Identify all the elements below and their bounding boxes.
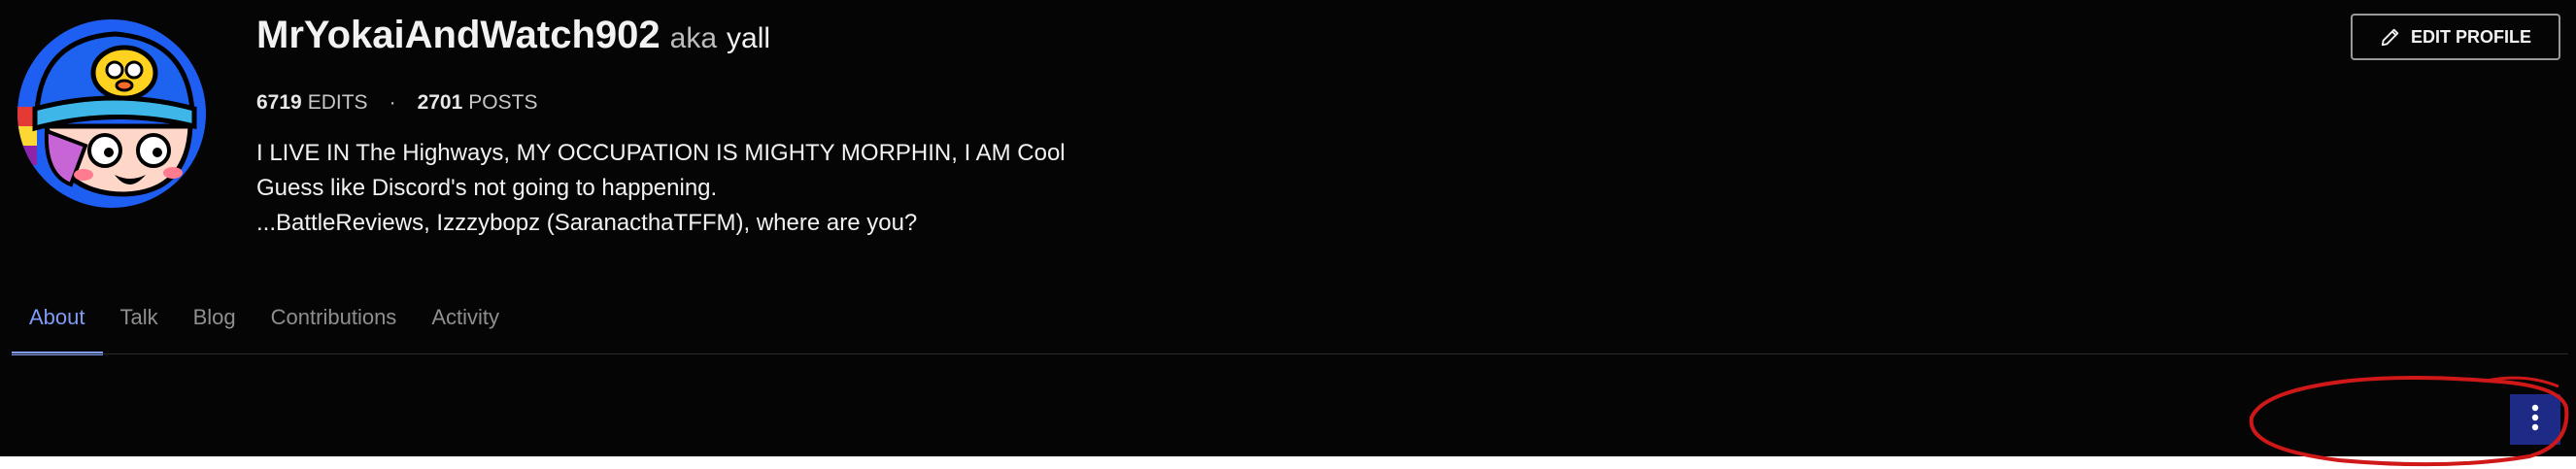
edits-count: 6719 [256, 91, 302, 114]
avatar[interactable] [17, 19, 206, 208]
more-options-button[interactable] [2510, 394, 2560, 445]
edit-profile-label: EDIT PROFILE [2410, 26, 2531, 47]
avatar-illustration [17, 19, 206, 208]
pencil-icon [2380, 26, 2401, 48]
username-row: MrYokaiAndWatch902 aka yall [256, 14, 770, 57]
edits-label: EDITS [307, 91, 368, 114]
nickname: yall [727, 22, 771, 54]
profile-bio: I LIVE IN The Highways, MY OCCUPATION IS… [256, 136, 1066, 241]
tab-activity[interactable]: Activity [414, 297, 517, 348]
bio-line: ...BattleReviews, Izzzybopz (SaranacthaT… [256, 210, 918, 236]
tab-about[interactable]: About [12, 297, 103, 355]
profile-tabs: About Talk Blog Contributions Activity [12, 297, 517, 355]
bio-line: Guess like Discord's not going to happen… [256, 175, 718, 201]
vertical-dots-icon [2530, 404, 2540, 436]
profile-page: MrYokaiAndWatch902 aka yall 6719 EDITS ·… [0, 0, 2576, 456]
stats-separator: · [389, 91, 396, 114]
profile-stats: 6719 EDITS · 2701 POSTS [256, 91, 537, 115]
tab-contributions[interactable]: Contributions [254, 297, 415, 348]
username: MrYokaiAndWatch902 [256, 14, 661, 56]
tab-talk[interactable]: Talk [103, 297, 176, 348]
bio-line: I LIVE IN The Highways, MY OCCUPATION IS… [256, 140, 1066, 166]
tabs-divider [12, 353, 2568, 354]
edit-profile-button[interactable]: EDIT PROFILE [2351, 14, 2560, 60]
posts-label: POSTS [468, 91, 538, 114]
tab-blog[interactable]: Blog [176, 297, 254, 348]
posts-count: 2701 [417, 91, 463, 114]
aka-label: aka [669, 22, 718, 54]
